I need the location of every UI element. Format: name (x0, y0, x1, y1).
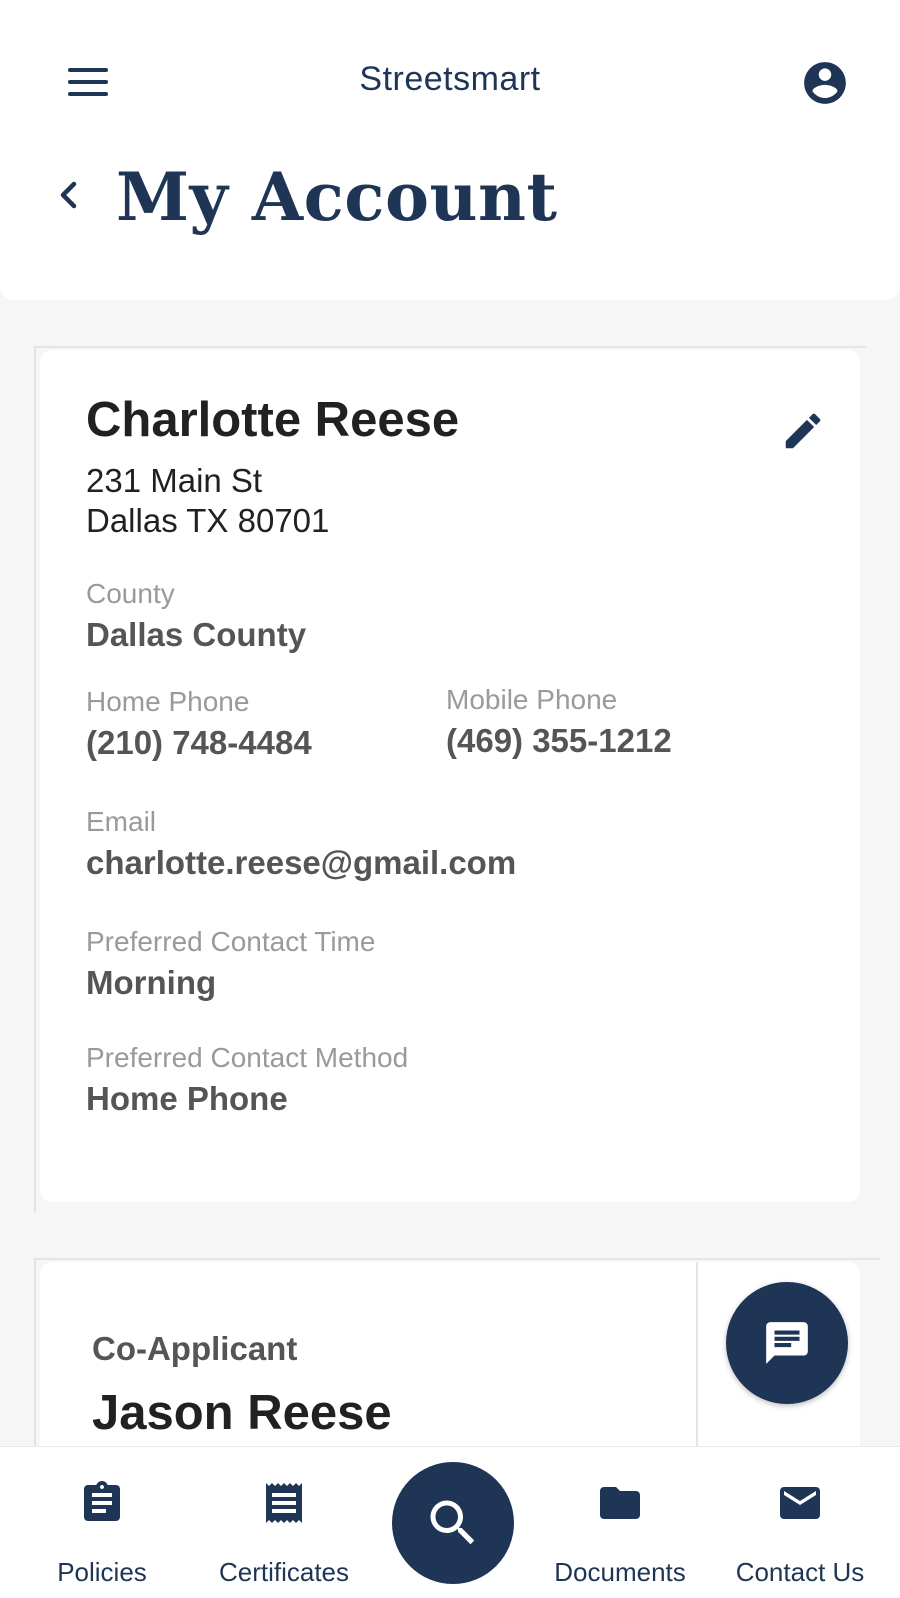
nav-label: Contact Us (735, 1557, 865, 1587)
chat-button[interactable] (726, 1282, 848, 1404)
account-details-card: Charlotte Reese 231 Main St Dallas TX 80… (40, 350, 860, 1202)
account-circle-icon[interactable] (800, 58, 850, 108)
card-outline (34, 1258, 880, 1260)
nav-policies[interactable]: Policies (42, 1447, 162, 1598)
search-button[interactable] (392, 1462, 514, 1584)
county-value: Dallas County (86, 616, 307, 653)
nav-certificates[interactable]: Certificates (214, 1447, 354, 1598)
mail-icon (780, 1487, 820, 1519)
app-title: Streetsmart (359, 60, 541, 98)
email-value: charlotte.reese@gmail.com (86, 844, 517, 881)
county-label: County (86, 578, 175, 609)
back-chevron-icon[interactable] (50, 170, 90, 220)
mobile-phone-value: (469) 355-1212 (446, 722, 672, 759)
mobile-phone-label: Mobile Phone (446, 684, 618, 715)
home-phone-label: Home Phone (86, 686, 250, 717)
clipboard-icon (84, 1481, 120, 1521)
co-applicant-name: Jason Reese (92, 1386, 392, 1440)
card-outline (34, 346, 36, 1212)
folder-icon (600, 1487, 640, 1519)
card-divider (696, 1262, 698, 1462)
email-label: Email (86, 806, 157, 837)
nav-label: Policies (57, 1557, 147, 1587)
card-outline (34, 346, 866, 348)
nav-documents[interactable]: Documents (546, 1447, 694, 1598)
edit-pencil-icon[interactable] (780, 408, 826, 454)
chat-icon (766, 1322, 808, 1364)
contact-method-label: Preferred Contact Method (86, 1042, 409, 1073)
nav-label: Documents (554, 1557, 686, 1587)
address-line2: Dallas TX 80701 (86, 502, 330, 539)
account-holder-name: Charlotte Reese (86, 393, 460, 447)
card-outline (34, 1258, 36, 1458)
contact-time-value: Morning (86, 964, 217, 1001)
search-icon (430, 1500, 475, 1545)
nav-contact-us[interactable]: Contact Us (724, 1447, 876, 1598)
receipt-icon (266, 1483, 302, 1523)
home-phone-value: (210) 748-4484 (86, 724, 312, 761)
page-title: My Account (116, 158, 558, 236)
co-applicant-label: Co-Applicant (92, 1330, 298, 1367)
nav-label: Certificates (218, 1557, 350, 1587)
address-line1: 231 Main St (86, 462, 263, 499)
contact-time-label: Preferred Contact Time (86, 926, 376, 957)
contact-method-value: Home Phone (86, 1080, 288, 1117)
app-header: Streetsmart My Account (0, 0, 900, 300)
